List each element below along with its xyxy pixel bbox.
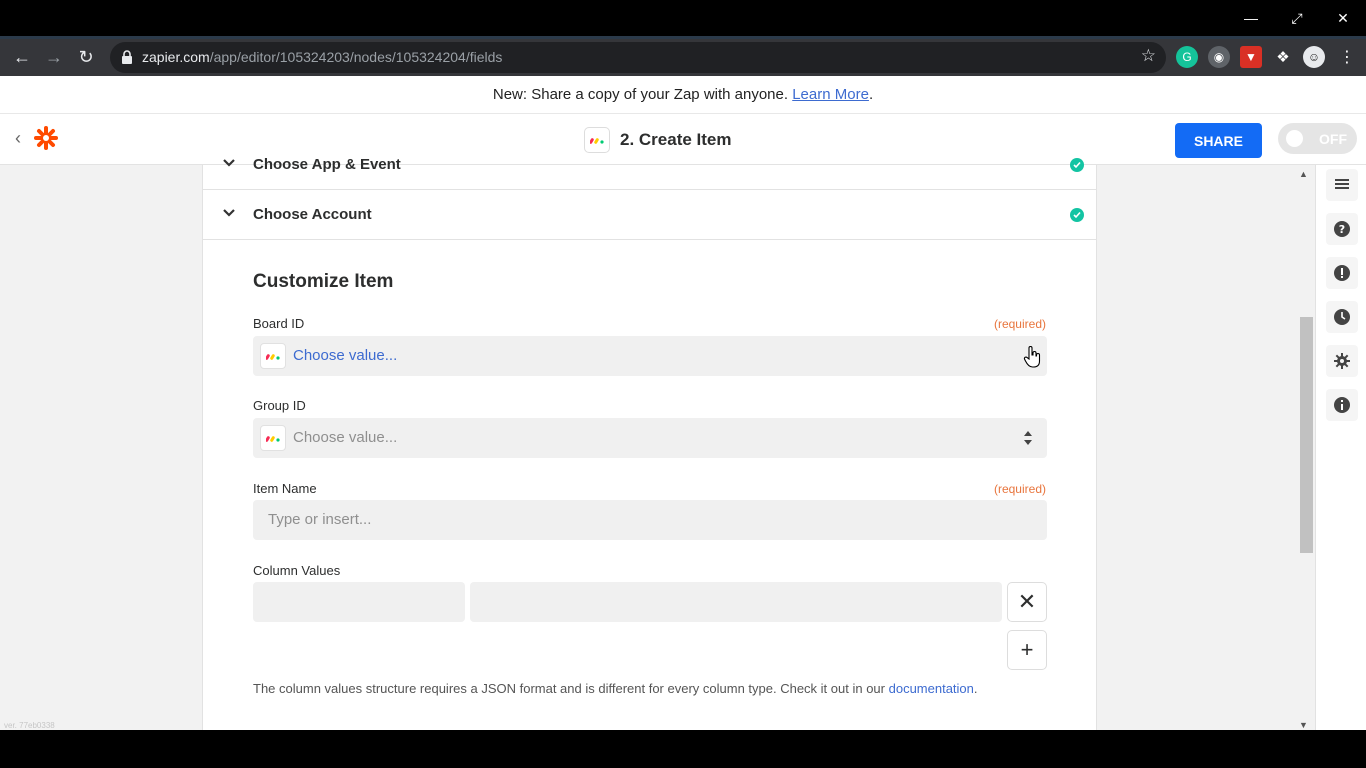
- settings-gear-icon[interactable]: [1326, 345, 1358, 377]
- toggle-knob: [1286, 130, 1303, 147]
- chevron-down-icon: [223, 209, 235, 217]
- help-text: The column values structure requires a J…: [253, 681, 889, 696]
- group-id-dropdown[interactable]: Choose value...: [253, 418, 1047, 458]
- zapier-logo-icon[interactable]: [34, 126, 58, 150]
- customize-title: Customize Item: [253, 271, 394, 292]
- column-values-key-input[interactable]: [253, 582, 465, 622]
- lock-icon: [122, 50, 132, 64]
- group-id-label: Group ID: [253, 398, 306, 413]
- help-question-icon[interactable]: ?: [1326, 213, 1358, 245]
- banner-period: .: [868, 86, 874, 103]
- section-label: Choose App & Event: [253, 156, 401, 173]
- browser-menu-icon[interactable]: ⋮: [1336, 46, 1358, 68]
- page-content: New: Share a copy of your Zap with anyon…: [0, 76, 1366, 730]
- monday-app-icon: [260, 343, 286, 369]
- address-bar[interactable]: zapier.com/app/editor/105324203/nodes/10…: [110, 42, 1166, 73]
- version-label: ver. 77eb0338: [4, 721, 55, 730]
- section-label: Choose Account: [253, 206, 372, 223]
- share-button[interactable]: SHARE: [1175, 123, 1262, 158]
- close-window-icon[interactable]: ✕: [1320, 0, 1366, 36]
- url-text: zapier.com/app/editor/105324203/nodes/10…: [142, 49, 502, 65]
- column-values-label: Column Values: [253, 563, 341, 578]
- url-host: zapier.com: [142, 49, 210, 65]
- item-name-label: Item Name: [253, 481, 317, 496]
- documentation-link[interactable]: documentation: [889, 681, 974, 696]
- monday-app-icon: [260, 425, 286, 451]
- back-arrow-icon[interactable]: ←: [8, 43, 36, 71]
- item-name-placeholder: Type or insert...: [268, 511, 372, 528]
- help-text-end: .: [973, 681, 978, 696]
- camera-extension-icon[interactable]: ◉: [1208, 46, 1230, 68]
- banner-text: New: Share a copy of your Zap with anyon…: [492, 86, 789, 103]
- browser-toolbar: ← → ↻ zapier.com/app/editor/105324203/no…: [0, 39, 1366, 76]
- scrollbar-thumb[interactable]: [1300, 317, 1313, 553]
- grammarly-extension-icon[interactable]: G: [1176, 46, 1198, 68]
- bookmark-star-icon[interactable]: ☆: [1141, 46, 1156, 66]
- scroll-down-arrow-icon[interactable]: ▼: [1299, 720, 1308, 730]
- info-icon[interactable]: [1326, 389, 1358, 421]
- url-path: /app/editor/105324203/nodes/105324204/fi…: [209, 49, 503, 65]
- forward-arrow-icon[interactable]: →: [40, 43, 68, 71]
- back-chevron-icon[interactable]: ‹: [15, 128, 21, 149]
- item-name-required: (required): [993, 482, 1046, 496]
- toggle-label: OFF: [1319, 131, 1347, 147]
- add-row-button[interactable]: +: [1007, 630, 1047, 670]
- zap-on-off-toggle[interactable]: OFF: [1278, 123, 1357, 154]
- check-circle-icon: [1070, 158, 1084, 172]
- board-id-dropdown[interactable]: Choose value...: [253, 336, 1047, 376]
- column-values-help: The column values structure requires a J…: [253, 681, 978, 696]
- history-clock-icon[interactable]: [1326, 301, 1358, 333]
- item-name-input[interactable]: Type or insert...: [253, 500, 1047, 540]
- column-values-value-input[interactable]: [470, 582, 1002, 622]
- board-id-value: Choose value...: [293, 347, 398, 364]
- announcement-banner: New: Share a copy of your Zap with anyon…: [0, 76, 1366, 114]
- section-choose-account[interactable]: Choose Account: [203, 190, 1096, 240]
- group-id-value: Choose value...: [293, 429, 398, 446]
- scroll-up-arrow-icon[interactable]: ▲: [1299, 169, 1308, 179]
- sort-arrows-icon: [1024, 431, 1032, 445]
- reload-icon[interactable]: ↻: [72, 43, 100, 71]
- profile-avatar[interactable]: ☺: [1303, 46, 1325, 68]
- right-sidebar: ?: [1315, 165, 1366, 730]
- pocket-extension-icon[interactable]: ▼: [1240, 46, 1262, 68]
- window-titlebar: — ⤢ ✕: [0, 0, 1366, 36]
- chevron-down-icon: [223, 159, 235, 167]
- restore-icon[interactable]: ⤢: [1274, 0, 1320, 36]
- step-editor-card: Choose App & Event Choose Account Custom…: [202, 156, 1097, 730]
- hand-cursor-icon: [1023, 346, 1041, 368]
- outline-list-icon[interactable]: [1326, 169, 1358, 201]
- check-circle-icon: [1070, 208, 1084, 222]
- remove-row-button[interactable]: ✕: [1007, 582, 1047, 622]
- alert-icon[interactable]: [1326, 257, 1358, 289]
- puzzle-extensions-icon[interactable]: ❖: [1272, 46, 1294, 68]
- svg-text:?: ?: [1339, 223, 1345, 236]
- learn-more-link[interactable]: Learn More: [792, 86, 869, 103]
- section-choose-app-event[interactable]: Choose App & Event: [203, 140, 1096, 190]
- board-id-label: Board ID: [253, 316, 305, 331]
- minimize-icon[interactable]: —: [1228, 0, 1274, 36]
- board-id-required: (required): [993, 317, 1046, 331]
